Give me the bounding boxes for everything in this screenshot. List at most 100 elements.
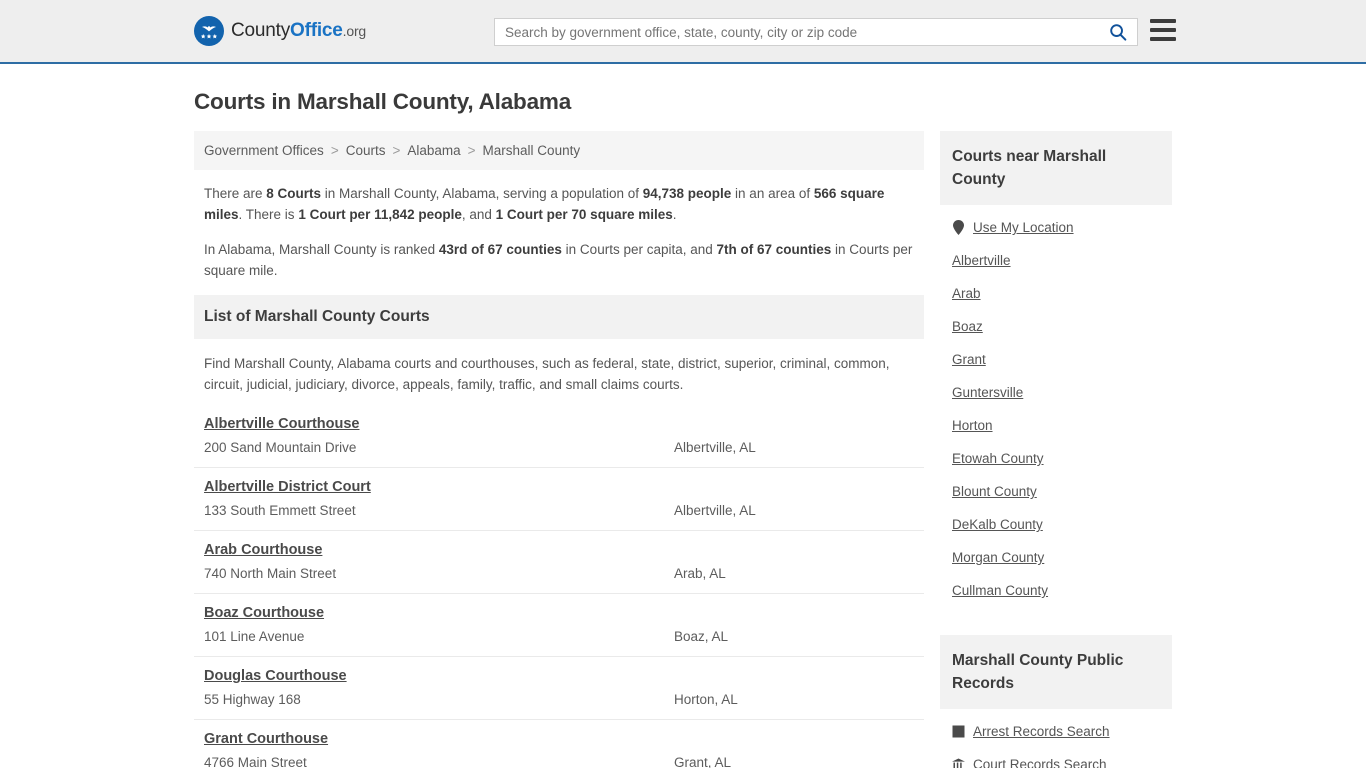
intro-text-run: in Courts per capita, and	[561, 242, 717, 257]
search-icon	[1110, 24, 1127, 41]
intro-text-run: There are	[204, 186, 267, 201]
fingerprint-square-icon	[952, 724, 965, 739]
intro-text-run: . There is	[238, 207, 299, 222]
breadcrumb-item-4[interactable]: Marshall County	[483, 143, 581, 158]
nearby-link-item[interactable]: Boaz	[952, 310, 1160, 343]
court-name-link[interactable]: Boaz Courthouse	[204, 605, 324, 621]
nearby-link[interactable]: Guntersville	[952, 385, 1023, 400]
site-header: CountyOffice.org	[0, 0, 1366, 64]
court-detail: 200 Sand Mountain Drive Albertville, AL	[204, 440, 914, 455]
logo-text-county: County	[231, 20, 291, 41]
court-name-link[interactable]: Albertville Courthouse	[204, 416, 360, 432]
breadcrumb: Government Offices > Courts > Alabama > Marsha…	[194, 131, 924, 170]
nearby-link-item[interactable]: Etowah County	[952, 442, 1160, 475]
intro-paragraph-1: There are 8 Courts in Marshall County, A…	[204, 183, 914, 225]
nearby-link[interactable]: Morgan County	[952, 550, 1044, 565]
nearby-courts-box: Courts near Marshall County Use My Locat…	[940, 131, 1172, 607]
nearby-link-item[interactable]: Grant	[952, 343, 1160, 376]
court-name-link[interactable]: Albertville District Court	[204, 479, 371, 495]
nearby-link-item[interactable]: Arab	[952, 277, 1160, 310]
site-logo[interactable]: CountyOffice.org	[194, 16, 366, 46]
intro-text-run: In Alabama, Marshall County is ranked	[204, 242, 439, 257]
court-city: Arab, AL	[674, 566, 726, 581]
public-records-link[interactable]: Court Records Search	[973, 757, 1107, 768]
court-address: 133 South Emmett Street	[204, 503, 356, 518]
court-list-item: Douglas Courthouse 55 Highway 168 Horton, …	[194, 657, 924, 720]
court-detail: 55 Highway 168 Horton, AL	[204, 692, 914, 707]
public-records-link-item[interactable]: Arrest Records Search	[952, 715, 1160, 748]
hamburger-bar	[1150, 19, 1176, 23]
court-city: Grant, AL	[674, 755, 732, 768]
breadcrumb-item-2[interactable]: Courts	[346, 143, 386, 158]
breadcrumb-item-3[interactable]: Alabama	[407, 143, 460, 158]
intro-text-run: in Marshall County, Alabama, serving a p…	[321, 186, 643, 201]
nearby-link-item[interactable]: Cullman County	[952, 574, 1160, 607]
intro-highlight: 1 Court per 11,842 people	[298, 207, 462, 222]
content-columns: Government Offices > Courts > Alabama > Marsha…	[194, 131, 1172, 768]
court-list-item: Grant Courthouse 4766 Main Street Grant, A…	[194, 720, 924, 768]
search-input[interactable]	[495, 19, 1099, 45]
court-name-link[interactable]: Grant Courthouse	[204, 731, 328, 747]
intro-highlight: 43rd of 67 counties	[438, 242, 562, 257]
nearby-link[interactable]: Cullman County	[952, 583, 1048, 598]
nearby-link-item[interactable]: Horton	[952, 409, 1160, 442]
eagle-shield-logo-icon	[194, 16, 224, 46]
court-city: Albertville, AL	[674, 440, 756, 455]
breadcrumb-separator: >	[392, 143, 401, 158]
nearby-link-item[interactable]: DeKalb County	[952, 508, 1160, 541]
court-list-item: Boaz Courthouse 101 Line Avenue Boaz, AL	[194, 594, 924, 657]
court-name-link[interactable]: Arab Courthouse	[204, 542, 322, 558]
hamburger-bar	[1150, 37, 1176, 41]
intro-highlight: 1 Court per 70 square miles	[495, 207, 673, 222]
intro-highlight: 94,738 people	[642, 186, 732, 201]
search-bar[interactable]	[494, 18, 1138, 46]
intro-text: There are 8 Courts in Marshall County, A…	[194, 170, 924, 281]
court-address: 740 North Main Street	[204, 566, 337, 581]
page-container: Courts in Marshall County, Alabama Gover…	[0, 89, 1366, 768]
nearby-link-item[interactable]: Albertville	[952, 244, 1160, 277]
nearby-link[interactable]: Blount County	[952, 484, 1037, 499]
sidebar: Courts near Marshall County Use My Locat…	[940, 131, 1172, 768]
logo-text-office: Office	[290, 20, 343, 41]
court-address: 4766 Main Street	[204, 755, 307, 768]
nearby-link[interactable]: Arab	[952, 286, 981, 301]
nearby-link[interactable]: Boaz	[952, 319, 983, 334]
nearby-link[interactable]: DeKalb County	[952, 517, 1043, 532]
intro-highlight: 7th of 67 counties	[716, 242, 832, 257]
nearby-link-item[interactable]: Morgan County	[952, 541, 1160, 574]
court-list-item: Arab Courthouse 740 North Main Street Arab…	[194, 531, 924, 594]
public-records-link[interactable]: Arrest Records Search	[973, 724, 1110, 739]
search-button[interactable]	[1099, 19, 1137, 45]
intro-text-run: , and	[461, 207, 496, 222]
public-records-box: Marshall County Public Records Arrest Re…	[940, 635, 1172, 768]
court-address: 101 Line Avenue	[204, 629, 305, 644]
use-my-location-link[interactable]: Use My Location	[973, 220, 1074, 235]
public-records-heading: Marshall County Public Records	[952, 652, 1124, 692]
court-detail: 133 South Emmett Street Albertville, AL	[204, 503, 914, 518]
court-list-item: Albertville District Court 133 South Emme…	[194, 468, 924, 531]
nearby-link[interactable]: Etowah County	[952, 451, 1044, 466]
breadcrumb-item-1[interactable]: Government Offices	[204, 143, 324, 158]
list-section-header: List of Marshall County Courts	[194, 295, 924, 339]
nearby-link-list: Albertville Arab Boaz Grant Guntersville Hort…	[952, 244, 1160, 607]
use-my-location-item[interactable]: Use My Location	[952, 211, 1160, 244]
nearby-link-item[interactable]: Guntersville	[952, 376, 1160, 409]
courthouse-building-icon	[952, 757, 965, 768]
court-address: 55 Highway 168	[204, 692, 301, 707]
nearby-courts-heading: Courts near Marshall County	[952, 148, 1107, 188]
court-list: Albertville Courthouse 200 Sand Mountain …	[194, 409, 924, 768]
nearby-link-item[interactable]: Blount County	[952, 475, 1160, 508]
nearby-link[interactable]: Albertville	[952, 253, 1011, 268]
public-records-header: Marshall County Public Records	[940, 635, 1172, 709]
hamburger-menu-icon[interactable]	[1150, 19, 1176, 41]
court-name-link[interactable]: Douglas Courthouse	[204, 668, 347, 684]
map-pin-icon	[952, 220, 965, 235]
site-logo-text: CountyOffice.org	[231, 20, 366, 42]
nearby-courts-links: Use My Location Albertville Arab Boaz Grant…	[940, 205, 1172, 607]
nearby-courts-header: Courts near Marshall County	[940, 131, 1172, 205]
public-records-link-item[interactable]: Court Records Search	[952, 748, 1160, 768]
nearby-link[interactable]: Horton	[952, 418, 993, 433]
page-title: Courts in Marshall County, Alabama	[194, 89, 572, 114]
list-section-heading: List of Marshall County Courts	[204, 308, 430, 325]
nearby-link[interactable]: Grant	[952, 352, 986, 367]
